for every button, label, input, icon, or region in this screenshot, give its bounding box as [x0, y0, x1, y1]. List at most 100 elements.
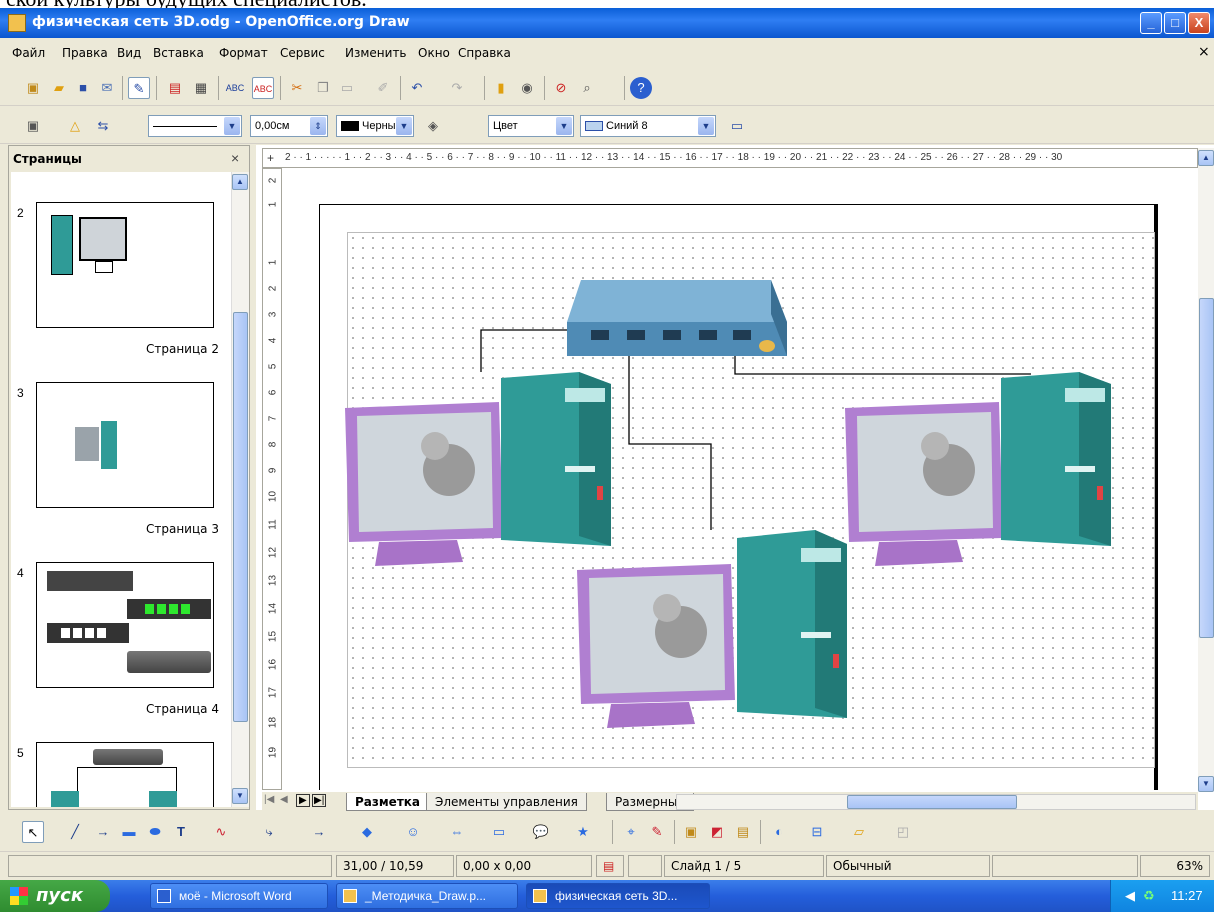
edit-file-icon[interactable]: ✎ — [128, 77, 150, 99]
ellipse-tool-icon[interactable]: ⬬ — [144, 821, 166, 843]
insert-object-icon[interactable]: ◩ — [706, 821, 728, 843]
close-document-icon[interactable]: × — [1198, 44, 1210, 60]
last-tab-icon[interactable]: ▶| — [312, 794, 327, 807]
autospellcheck-icon[interactable]: ABC — [252, 77, 274, 99]
page-thumbnail-2[interactable] — [36, 202, 214, 328]
workstation-monitor[interactable] — [339, 400, 505, 566]
effects-icon[interactable]: ◐ — [768, 821, 790, 843]
scroll-down-icon[interactable]: ▼ — [232, 788, 248, 804]
paste-icon[interactable]: ▭ — [336, 77, 358, 99]
horizontal-scrollbar[interactable] — [676, 794, 1196, 810]
symbol-shapes-icon[interactable]: ☺ — [402, 821, 424, 843]
minimize-button[interactable]: _ — [1140, 12, 1162, 34]
scroll-up-icon[interactable]: ▲ — [1198, 150, 1214, 166]
menu-view[interactable]: Вид — [117, 46, 141, 60]
curve-tool-icon[interactable]: ∿ — [210, 821, 232, 843]
network-switch[interactable] — [565, 274, 805, 360]
new-document-icon[interactable]: ▣ — [22, 77, 44, 99]
area-color-select[interactable]: Синий 8 ▼ — [580, 115, 716, 137]
area-style-select[interactable]: Цвет ▼ — [488, 115, 574, 137]
tray-network-icon[interactable]: ◀ — [1125, 888, 1135, 904]
pages-scrollbar[interactable]: ▲ ▼ — [231, 172, 249, 807]
callouts-icon[interactable]: 💬 — [530, 821, 552, 843]
close-pages-panel-icon[interactable]: × — [231, 150, 239, 166]
menu-tools[interactable]: Сервис — [280, 46, 325, 60]
export-pdf-icon[interactable]: ▤ — [164, 77, 186, 99]
arrow-tool-icon[interactable]: → — [92, 821, 114, 843]
menu-modify[interactable]: Изменить — [345, 46, 407, 60]
next-tab-icon[interactable]: ▶ — [296, 794, 310, 807]
line-width-input[interactable]: 0,00см ⇕ — [250, 115, 328, 137]
print-icon[interactable]: ▦ — [190, 77, 212, 99]
window-title-bar[interactable]: физическая сеть 3D.odg - OpenOffice.org … — [0, 8, 1214, 38]
menu-file[interactable]: Файл — [12, 46, 45, 60]
undo-icon[interactable]: ↶ — [406, 77, 428, 99]
format-paintbrush-icon[interactable]: ✐ — [372, 77, 394, 99]
points-icon[interactable]: ⌖ — [620, 821, 642, 843]
tab-layout[interactable]: Разметка — [346, 793, 430, 811]
flowchart-icon[interactable]: ▭ — [488, 821, 510, 843]
tab-controls[interactable]: Элементы управления — [426, 793, 587, 811]
text-tool-icon[interactable]: T — [170, 821, 192, 843]
arrow-style-icon[interactable]: ⇆ — [92, 115, 114, 137]
arrange-icon[interactable]: ▱ — [848, 821, 870, 843]
fontwork-icon[interactable]: ✎ — [646, 821, 668, 843]
rectangle-tool-icon[interactable]: ▬ — [118, 821, 140, 843]
align-icon[interactable]: ⊟ — [806, 821, 828, 843]
basic-shapes-icon[interactable]: ◆ — [356, 821, 378, 843]
redo-icon[interactable]: ↷ — [446, 77, 468, 99]
vertical-ruler[interactable]: 2 1 1 2 3 4 5 6 7 8 9 10 11 12 13 14 15 … — [262, 168, 282, 790]
block-arrows-icon[interactable]: ⇔ — [446, 821, 468, 843]
select-pointer-icon[interactable]: ↖ — [22, 821, 44, 843]
workstation-tower[interactable] — [999, 370, 1115, 548]
chart-icon[interactable]: ▮ — [490, 77, 512, 99]
copy-icon[interactable]: ❐ — [312, 77, 334, 99]
insert-frame-icon[interactable]: ▤ — [732, 821, 754, 843]
extrusion-icon[interactable]: ◰ — [892, 821, 914, 843]
shadow-icon[interactable]: ▭ — [726, 115, 748, 137]
line-style-select[interactable]: ▼ — [148, 115, 242, 137]
pages-scroll-thumb[interactable] — [233, 312, 248, 722]
line-color-select[interactable]: Черный ▼ — [336, 115, 414, 137]
insert-image-icon[interactable]: ▣ — [680, 821, 702, 843]
gallery-icon[interactable]: ◉ — [516, 77, 538, 99]
stars-icon[interactable]: ★ — [572, 821, 594, 843]
navigator-icon[interactable]: ⊘ — [550, 77, 572, 99]
horizontal-scroll-thumb[interactable] — [847, 795, 1017, 809]
close-window-button[interactable]: X — [1188, 12, 1210, 34]
connector-tool-icon[interactable]: ⤷ — [258, 821, 280, 843]
start-button[interactable]: пуск — [0, 880, 110, 912]
line-tool-icon[interactable]: ╱ — [64, 821, 86, 843]
canvas-scroll-thumb[interactable] — [1199, 298, 1214, 638]
save-icon[interactable]: ■ — [72, 77, 94, 99]
scroll-down-icon[interactable]: ▼ — [1198, 776, 1214, 792]
help-icon[interactable]: ? — [630, 77, 652, 99]
horizontal-ruler[interactable]: + 2 · · 1 · · · · · 1 · · 2 · · 3 · · 4 … — [262, 148, 1198, 168]
tray-app-icon[interactable]: ♻ — [1143, 888, 1155, 904]
menu-edit[interactable]: Правка — [62, 46, 108, 60]
workstation-tower[interactable] — [735, 528, 851, 722]
taskbar-draw-active[interactable]: физическая сеть 3D... — [526, 883, 710, 909]
menu-window[interactable]: Окно — [418, 46, 450, 60]
zoom-icon[interactable]: ⌕ — [576, 77, 598, 99]
spellcheck-icon[interactable]: ABC — [224, 77, 246, 99]
workstation-monitor[interactable] — [839, 400, 1005, 566]
menu-format[interactable]: Формат — [219, 46, 268, 60]
menu-insert[interactable]: Вставка — [153, 46, 204, 60]
workstation-monitor[interactable] — [571, 562, 737, 728]
taskbar-word[interactable]: моё - Microsoft Word — [150, 883, 328, 909]
canvas-vertical-scrollbar[interactable]: ▲ ▼ — [1198, 148, 1214, 792]
zoom-level[interactable]: 63% — [1140, 855, 1210, 877]
area-fill-icon[interactable]: ◈ — [422, 115, 444, 137]
first-tab-icon[interactable]: |◀ — [264, 794, 274, 805]
taskbar-methodichka[interactable]: _Методичка_Draw.p... — [336, 883, 518, 909]
maximize-button[interactable]: □ — [1164, 12, 1186, 34]
workstation-tower[interactable] — [499, 370, 615, 548]
lines-arrows-icon[interactable]: → — [308, 821, 330, 843]
slide-canvas[interactable] — [283, 168, 1198, 790]
styles-icon[interactable]: ▣ — [22, 115, 44, 137]
page-thumbnail-5[interactable] — [36, 742, 214, 807]
cut-icon[interactable]: ✂ — [286, 77, 308, 99]
page-thumbnail-4[interactable] — [36, 562, 214, 688]
line-icon[interactable]: △ — [64, 115, 86, 137]
